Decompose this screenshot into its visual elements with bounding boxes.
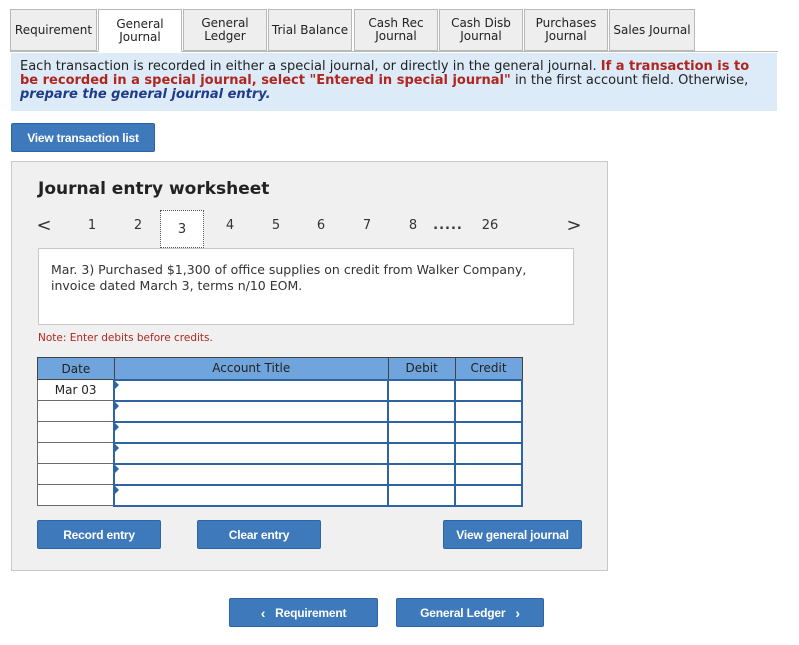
debit-input[interactable] [387,441,457,465]
page-7[interactable]: 7 [345,210,389,240]
table-row [37,399,523,423]
debit-header: Debit [387,357,456,380]
page-1[interactable]: 1 [70,210,114,240]
account-title-select[interactable] [113,441,390,465]
tab-bar: Requirement General Journal General Ledg… [10,9,778,52]
table-header-row: Date Account Title Debit Credit [37,357,523,380]
tab-general-ledger[interactable]: General Ledger [183,9,267,51]
table-row [37,462,523,486]
page-2[interactable]: 2 [116,210,160,240]
tab-trial-balance[interactable]: Trial Balance [268,9,352,51]
page-6[interactable]: 6 [299,210,343,240]
table-row [37,441,523,465]
credit-header: Credit [454,357,523,380]
date-cell [37,463,115,485]
instructions-text-cont: in the first account field. Otherwise, [514,73,749,88]
journal-entry-worksheet: Journal entry worksheet < 1 2 3 4 5 6 7 … [11,161,608,571]
table-row [37,420,523,444]
account-title-header: Account Title [113,357,389,380]
tab-general-journal[interactable]: General Journal [98,9,182,52]
tab-cash-disb-journal[interactable]: Cash Disb Journal [439,9,523,51]
next-general-ledger-button[interactable]: General Ledger › [396,598,544,627]
date-cell [37,421,115,443]
date-cell [37,442,115,464]
clear-entry-button[interactable]: Clear entry [197,520,321,549]
tab-cash-rec-journal[interactable]: Cash Rec Journal [354,9,438,51]
transaction-description: Mar. 3) Purchased $1,300 of office suppl… [38,248,574,325]
account-title-select[interactable] [113,378,390,402]
journal-entry-table: Date Account Title Debit Credit Mar 03 [37,357,523,507]
date-cell [37,484,115,506]
date-header: Date [37,357,115,380]
account-title-select[interactable] [113,462,390,486]
credit-input[interactable] [454,378,523,402]
page-5[interactable]: 5 [254,210,298,240]
credit-input[interactable] [454,483,523,507]
debit-input[interactable] [387,378,457,402]
next-general-ledger-label: General Ledger [420,605,506,620]
prev-requirement-button[interactable]: ‹ Requirement [229,598,378,627]
debit-input[interactable] [387,399,457,423]
entry-pager: < 1 2 3 4 5 6 7 8 ..... 26 > [12,210,609,250]
credit-input[interactable] [454,399,523,423]
chevron-left-icon[interactable]: < [34,210,54,240]
date-cell: Mar 03 [37,379,115,401]
view-transaction-list-button[interactable]: View transaction list [11,123,155,152]
page-26[interactable]: 26 [468,210,512,240]
table-row: Mar 03 [37,378,523,402]
tab-requirement[interactable]: Requirement [10,9,97,51]
debit-credit-note: Note: Enter debits before credits. [38,332,213,344]
chevron-right-icon[interactable]: > [564,210,584,240]
credit-input[interactable] [454,441,523,465]
debit-input[interactable] [387,462,457,486]
view-general-journal-button[interactable]: View general journal [443,520,582,549]
credit-input[interactable] [454,420,523,444]
instructions-emphasis: prepare the general journal entry. [20,87,271,102]
debit-input[interactable] [387,420,457,444]
account-title-select[interactable] [113,399,390,423]
account-title-select[interactable] [113,483,390,507]
record-entry-button[interactable]: Record entry [37,520,161,549]
credit-input[interactable] [454,462,523,486]
page-ellipsis: ..... [433,217,463,233]
page-4[interactable]: 4 [208,210,252,240]
chevron-right-icon: › [515,604,520,621]
worksheet-title: Journal entry worksheet [38,179,270,199]
prev-requirement-label: Requirement [275,605,347,620]
account-title-select[interactable] [113,420,390,444]
tab-sales-journal[interactable]: Sales Journal [609,9,695,51]
debit-input[interactable] [387,483,457,507]
page-3[interactable]: 3 [160,210,204,248]
instructions-box: Each transaction is recorded in either a… [11,53,777,111]
chevron-left-icon: ‹ [260,604,266,621]
instructions-text: Each transaction is recorded in either a… [20,59,597,74]
date-cell [37,400,115,422]
table-row [37,483,523,507]
tab-purchases-journal[interactable]: Purchases Journal [524,9,608,51]
